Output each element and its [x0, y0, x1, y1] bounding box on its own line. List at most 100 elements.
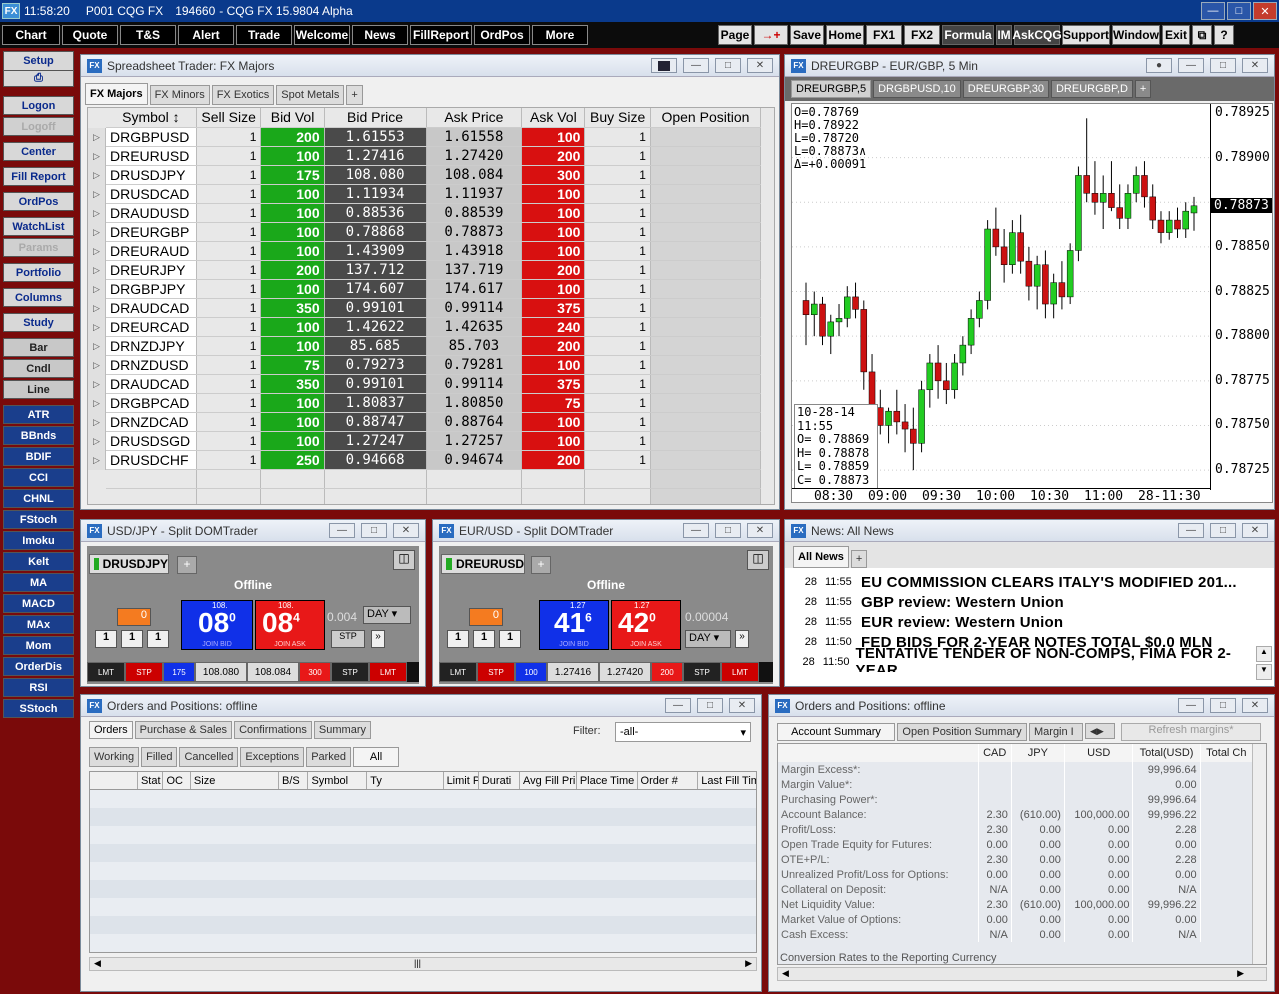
logon-button[interactable]: Logon: [3, 96, 74, 115]
expand-row-icon[interactable]: ▷: [88, 356, 105, 375]
dom-symbol-tab[interactable]: DREURUSD: [441, 554, 525, 574]
tab-fx-majors[interactable]: FX Majors: [85, 83, 148, 105]
minimize-icon[interactable]: —: [683, 58, 709, 73]
cci-button[interactable]: CCI: [3, 468, 74, 487]
ask-price-cell[interactable]: 174.617: [426, 279, 523, 299]
menu-trade[interactable]: Trade: [236, 25, 292, 45]
symbol-cell[interactable]: DRGBPUSD: [106, 127, 197, 147]
study-button[interactable]: Study: [3, 313, 74, 332]
sell-size-cell[interactable]: 1: [196, 222, 262, 242]
symbol-cell[interactable]: DRGBPJPY: [106, 279, 197, 299]
rsi-button[interactable]: RSI: [3, 678, 74, 697]
ask-vol-cell[interactable]: 100: [521, 412, 586, 432]
bid-vol-cell[interactable]: 100: [260, 279, 325, 299]
chart-tab-gbpusd-10[interactable]: DRGBPUSD,10: [873, 80, 961, 98]
ask-price[interactable]: 1.27420: [599, 662, 651, 682]
ask-price-cell[interactable]: 108.084: [426, 165, 523, 185]
watchlist-button[interactable]: WatchList: [3, 217, 74, 236]
bid-price-cell[interactable]: 0.78868: [324, 222, 427, 242]
order-column-header[interactable]: Place Time: [575, 772, 637, 789]
menu-save[interactable]: Save: [790, 25, 824, 45]
horizontal-scrollbar[interactable]: ◀ ||| ▶: [89, 957, 757, 971]
order-column-header[interactable]: OC: [162, 772, 189, 789]
open-position-cell[interactable]: [650, 431, 762, 451]
symbol-cell[interactable]: DRNZDCAD: [106, 412, 197, 432]
bbnds-button[interactable]: BBnds: [3, 426, 74, 445]
open-position-cell[interactable]: [650, 336, 762, 356]
stp-toggle[interactable]: STP: [331, 630, 365, 648]
bid-price-cell[interactable]: 174.607: [324, 279, 427, 299]
open-position-cell[interactable]: [650, 374, 762, 394]
ask-vol-cell[interactable]: 100: [521, 184, 586, 204]
ask-size[interactable]: 200: [651, 662, 683, 682]
buy-size-cell[interactable]: 1: [584, 241, 651, 261]
menu-alert[interactable]: Alert: [178, 25, 234, 45]
minimize-icon[interactable]: —: [1178, 523, 1204, 538]
buy-size-cell[interactable]: 1: [584, 336, 651, 356]
sell-size-cell[interactable]: 1: [196, 374, 262, 394]
subtab-working[interactable]: Working: [89, 747, 140, 767]
bid-vol-cell[interactable]: 100: [260, 393, 325, 413]
subtab-exceptions[interactable]: Exceptions: [240, 747, 305, 767]
maximize-icon[interactable]: □: [361, 523, 387, 538]
ask-vol-cell[interactable]: 240: [521, 317, 586, 337]
subtab-parked[interactable]: Parked: [306, 747, 352, 767]
bid-vol-cell[interactable]: 100: [260, 317, 325, 337]
minimize-icon[interactable]: —: [329, 523, 355, 538]
menu-news[interactable]: News: [352, 25, 408, 45]
sell-size-cell[interactable]: 1: [196, 355, 262, 375]
bid-price[interactable]: 1.27416: [547, 662, 599, 682]
ask-price-cell[interactable]: 0.79281: [426, 355, 523, 375]
open-position-cell[interactable]: [650, 165, 762, 185]
sell-size-cell[interactable]: 1: [196, 393, 262, 413]
ask-price-cell[interactable]: 0.88764: [426, 412, 523, 432]
bid-vol-cell[interactable]: 200: [260, 260, 325, 280]
minimize-icon[interactable]: —: [683, 523, 709, 538]
minimize-icon[interactable]: —: [1178, 58, 1204, 73]
line-button[interactable]: Line: [3, 380, 74, 399]
bid-size[interactable]: 100: [515, 662, 547, 682]
bid-button[interactable]: 1.27 416 JOIN BID: [539, 600, 609, 650]
add-tab-button[interactable]: +: [346, 85, 363, 105]
minimize-icon[interactable]: —: [1178, 698, 1204, 713]
fstoch-button[interactable]: FStoch: [3, 510, 74, 529]
open-position-cell[interactable]: [650, 317, 762, 337]
orderdis-button[interactable]: OrderDis: [3, 657, 74, 676]
ask-vol-cell[interactable]: 200: [521, 260, 586, 280]
order-column-header[interactable]: Last Fill Time: [697, 772, 756, 789]
news-item[interactable]: 28 11:50 TENTATIVE TENDER OF NON-COMPS, FI…: [793, 645, 1247, 672]
bid-vol-cell[interactable]: 100: [260, 336, 325, 356]
order-column-header[interactable]: Durati: [477, 772, 519, 789]
buy-size-cell[interactable]: 1: [584, 184, 651, 204]
dom-symbol-tab[interactable]: DRUSDJPY: [89, 554, 169, 574]
bid-vol-cell[interactable]: 250: [260, 450, 325, 470]
expand-row-icon[interactable]: ▷: [88, 451, 105, 470]
minimize-icon[interactable]: —: [1201, 2, 1225, 20]
buy-size-cell[interactable]: 1: [584, 431, 651, 451]
order-column-header[interactable]: Avg Fill Pri: [519, 772, 576, 789]
bid-vol-cell[interactable]: 100: [260, 203, 325, 223]
open-position-cell[interactable]: [650, 279, 762, 299]
subtab-filled[interactable]: Filled: [141, 747, 178, 767]
subtab-all[interactable]: All: [353, 747, 400, 767]
scroll-left-icon[interactable]: ◀: [94, 958, 101, 969]
symbol-cell[interactable]: DREURCAD: [106, 317, 197, 337]
ask-price-cell[interactable]: 1.43918: [426, 241, 523, 261]
bid-price-cell[interactable]: 137.712: [324, 260, 427, 280]
account-column-header[interactable]: JPY: [1011, 744, 1065, 762]
open-position-cell[interactable]: [650, 355, 762, 375]
tab-orders[interactable]: Orders: [89, 721, 133, 739]
bid-vol-cell[interactable]: 100: [260, 146, 325, 166]
expand-row-icon[interactable]: ▷: [88, 223, 105, 242]
menu-more[interactable]: More: [532, 25, 588, 45]
bid-vol-cell[interactable]: 350: [260, 298, 325, 318]
bid-vol-cell[interactable]: 350: [260, 374, 325, 394]
buy-size-cell[interactable]: 1: [584, 279, 651, 299]
bid-vol-cell[interactable]: 100: [260, 241, 325, 261]
column-header[interactable]: Ask Price: [426, 108, 523, 128]
order-column-header[interactable]: B/S: [278, 772, 307, 789]
bid-price-cell[interactable]: 0.99101: [324, 298, 427, 318]
portfolio-button[interactable]: Portfolio: [3, 263, 74, 282]
close-icon[interactable]: ✕: [1242, 58, 1268, 73]
maximize-icon[interactable]: □: [1210, 523, 1236, 538]
